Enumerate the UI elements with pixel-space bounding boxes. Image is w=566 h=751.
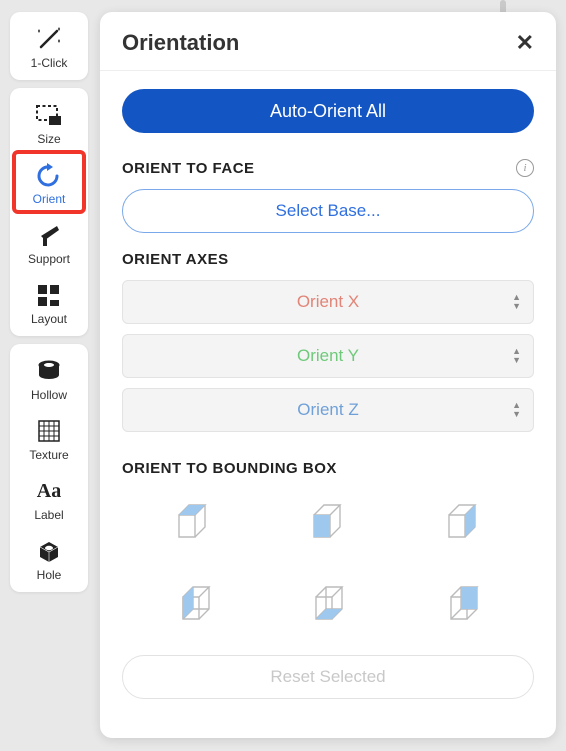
- bbox-face-3[interactable]: [421, 493, 506, 549]
- section-title: ORIENT TO BOUNDING BOX: [122, 460, 534, 477]
- orient-icon: [33, 160, 65, 190]
- size-icon: [33, 100, 65, 130]
- sidebar-label: Label: [34, 508, 63, 522]
- panel-title: Orientation: [122, 30, 239, 56]
- bbox-face-2[interactable]: [285, 493, 370, 549]
- sidebar-item-size[interactable]: Size: [10, 92, 88, 152]
- layout-icon: [33, 280, 65, 310]
- sidebar-label: Orient: [33, 192, 66, 206]
- close-icon: ✕: [516, 30, 534, 55]
- auto-orient-button[interactable]: Auto-Orient All: [122, 89, 534, 133]
- select-base-button[interactable]: Select Base...: [122, 189, 534, 233]
- bbox-face-4[interactable]: [150, 577, 235, 633]
- bbox-face-5[interactable]: [285, 577, 370, 633]
- chevron-up-icon: ▲: [512, 402, 521, 409]
- section-title: ORIENT TO FACE: [122, 160, 255, 177]
- sidebar-item-hollow[interactable]: Hollow: [10, 348, 88, 408]
- chevron-up-icon: ▲: [512, 294, 521, 301]
- stepper-arrows[interactable]: ▲▼: [512, 294, 521, 310]
- support-icon: [33, 220, 65, 250]
- panel-body: Auto-Orient All ORIENT TO FACE i Select …: [100, 71, 556, 717]
- sidebar-label: Hollow: [31, 388, 67, 402]
- reset-button[interactable]: Reset Selected: [122, 655, 534, 699]
- stepper-arrows[interactable]: ▲▼: [512, 348, 521, 364]
- sidebar-label: Texture: [29, 448, 68, 462]
- sidebar-label: Support: [28, 252, 70, 266]
- bbox-grid: [122, 483, 534, 643]
- sidebar-label: Layout: [31, 312, 67, 326]
- axis-label: Orient X: [297, 292, 359, 312]
- orient-to-face-header: ORIENT TO FACE i: [122, 159, 534, 177]
- stepper-arrows[interactable]: ▲▼: [512, 402, 521, 418]
- sidebar-label: Size: [37, 132, 60, 146]
- chevron-down-icon: ▼: [512, 303, 521, 310]
- close-button[interactable]: ✕: [516, 30, 534, 56]
- hole-icon: [33, 536, 65, 566]
- sidebar-group-quick: 1-Click: [10, 12, 88, 80]
- sidebar-item-orient[interactable]: Orient: [12, 150, 86, 214]
- texture-icon: [33, 416, 65, 446]
- orient-z-button[interactable]: Orient Z ▲▼: [122, 388, 534, 432]
- sidebar-label: 1-Click: [31, 56, 68, 70]
- chevron-down-icon: ▼: [512, 357, 521, 364]
- sidebar-item-oneclick[interactable]: 1-Click: [10, 16, 88, 76]
- axis-label: Orient Z: [297, 400, 358, 420]
- sidebar-item-texture[interactable]: Texture: [10, 408, 88, 468]
- sidebar-group-prep2: Hollow Texture Aa Label: [10, 344, 88, 592]
- tool-sidebar: 1-Click Size Orient: [10, 12, 88, 592]
- info-icon[interactable]: i: [516, 159, 534, 177]
- orientation-panel: Orientation ✕ Auto-Orient All ORIENT TO …: [100, 12, 556, 738]
- hollow-icon: [33, 356, 65, 386]
- wand-icon: [33, 24, 65, 54]
- panel-header: Orientation ✕: [100, 12, 556, 71]
- sidebar-item-layout[interactable]: Layout: [10, 272, 88, 332]
- orient-y-button[interactable]: Orient Y ▲▼: [122, 334, 534, 378]
- bbox-face-6[interactable]: [421, 577, 506, 633]
- chevron-up-icon: ▲: [512, 348, 521, 355]
- sidebar-group-prep: Size Orient Support: [10, 88, 88, 336]
- sidebar-label: Hole: [37, 568, 62, 582]
- bbox-face-1[interactable]: [150, 493, 235, 549]
- sidebar-item-label[interactable]: Aa Label: [10, 468, 88, 528]
- label-icon: Aa: [33, 476, 65, 506]
- sidebar-item-hole[interactable]: Hole: [10, 528, 88, 588]
- chevron-down-icon: ▼: [512, 411, 521, 418]
- axis-label: Orient Y: [297, 346, 359, 366]
- section-title: ORIENT AXES: [122, 251, 534, 268]
- sidebar-item-support[interactable]: Support: [10, 212, 88, 272]
- orient-x-button[interactable]: Orient X ▲▼: [122, 280, 534, 324]
